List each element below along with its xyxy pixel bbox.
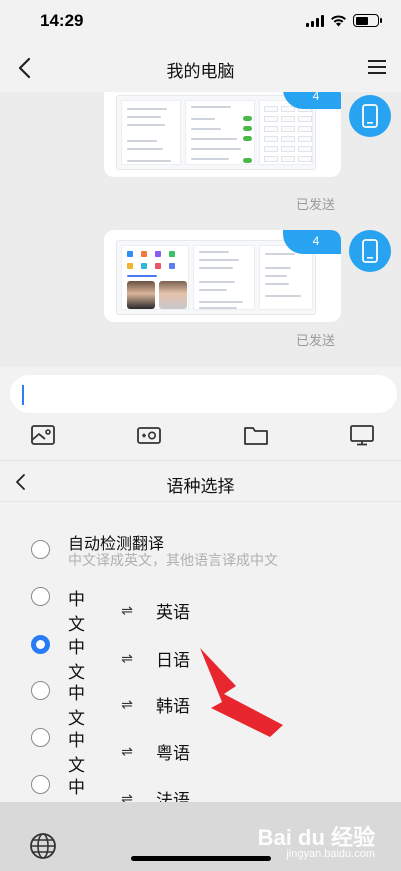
battery-icon — [353, 14, 382, 27]
radio-button[interactable] — [31, 728, 50, 747]
image-message[interactable]: 4 — [104, 230, 341, 322]
nav-bar: 我的电脑 — [0, 44, 401, 92]
monitor-icon[interactable] — [349, 423, 375, 447]
option-zh-fr[interactable]: 中文 ⇌ 法语 — [0, 765, 401, 822]
radio-button[interactable] — [31, 540, 50, 559]
language-panel-title: 语种选择 — [166, 477, 235, 496]
option-auto-detect[interactable]: 自动检测翻译 中文译成英文，其他语言译成中文 — [0, 530, 401, 570]
watermark-url: jingyan.baidu.com — [286, 848, 375, 860]
image-message[interactable]: 4 — [104, 92, 341, 177]
input-area — [0, 367, 401, 462]
globe-icon[interactable] — [28, 831, 58, 861]
swap-icon: ⇌ — [121, 601, 133, 618]
language-panel: 语种选择 自动检测翻译 中文译成英文，其他语言译成中文 中文 ⇌ 英语 中文 ⇌… — [0, 460, 401, 822]
radio-button[interactable] — [31, 775, 50, 794]
chat-area[interactable]: 4 已发送 4 已发送 — [0, 92, 401, 367]
status-icons — [306, 14, 382, 27]
option-zh-yue[interactable]: 中文 ⇌ 粤语 — [0, 718, 401, 775]
screenshot-thumbnail[interactable] — [116, 240, 316, 315]
option-zh-en[interactable]: 中文 ⇌ 英语 — [0, 577, 401, 634]
auto-detect-description: 中文译成英文，其他语言译成中文 — [68, 552, 278, 568]
screenshot-thumbnail[interactable] — [116, 95, 316, 170]
device-avatar[interactable] — [349, 95, 391, 137]
video-camera-icon[interactable] — [136, 423, 162, 447]
target-language: 韩语 — [156, 696, 190, 716]
target-language: 英语 — [156, 602, 190, 622]
text-cursor — [22, 385, 24, 405]
radio-button[interactable] — [31, 587, 50, 606]
radio-button-selected[interactable] — [31, 635, 50, 654]
swap-icon: ⇌ — [121, 742, 133, 759]
home-indicator — [131, 856, 271, 861]
option-zh-ko[interactable]: 中文 ⇌ 韩语 — [0, 671, 401, 728]
signal-icon — [306, 14, 324, 27]
target-language: 日语 — [156, 650, 190, 670]
target-language: 粤语 — [156, 743, 190, 763]
status-time: 14:29 — [40, 11, 84, 30]
swap-icon: ⇌ — [121, 695, 133, 712]
radio-button[interactable] — [31, 681, 50, 700]
option-zh-ja[interactable]: 中文 ⇌ 日语 — [0, 625, 401, 682]
status-bar: 14:29 — [0, 0, 401, 44]
device-avatar[interactable] — [349, 230, 391, 272]
wifi-icon — [331, 14, 346, 26]
swap-icon: ⇌ — [121, 649, 133, 666]
phone-icon — [362, 239, 378, 263]
menu-icon[interactable] — [367, 58, 387, 76]
message-input[interactable] — [10, 375, 397, 413]
page-title: 我的电脑 — [166, 62, 235, 81]
sent-status: 已发送 — [295, 333, 335, 348]
folder-icon[interactable] — [243, 423, 269, 447]
sent-status: 已发送 — [295, 197, 335, 212]
count-badge: 4 — [283, 230, 341, 254]
language-panel-header: 语种选择 — [0, 460, 401, 502]
phone-icon — [362, 104, 378, 128]
image-icon[interactable] — [30, 423, 56, 447]
